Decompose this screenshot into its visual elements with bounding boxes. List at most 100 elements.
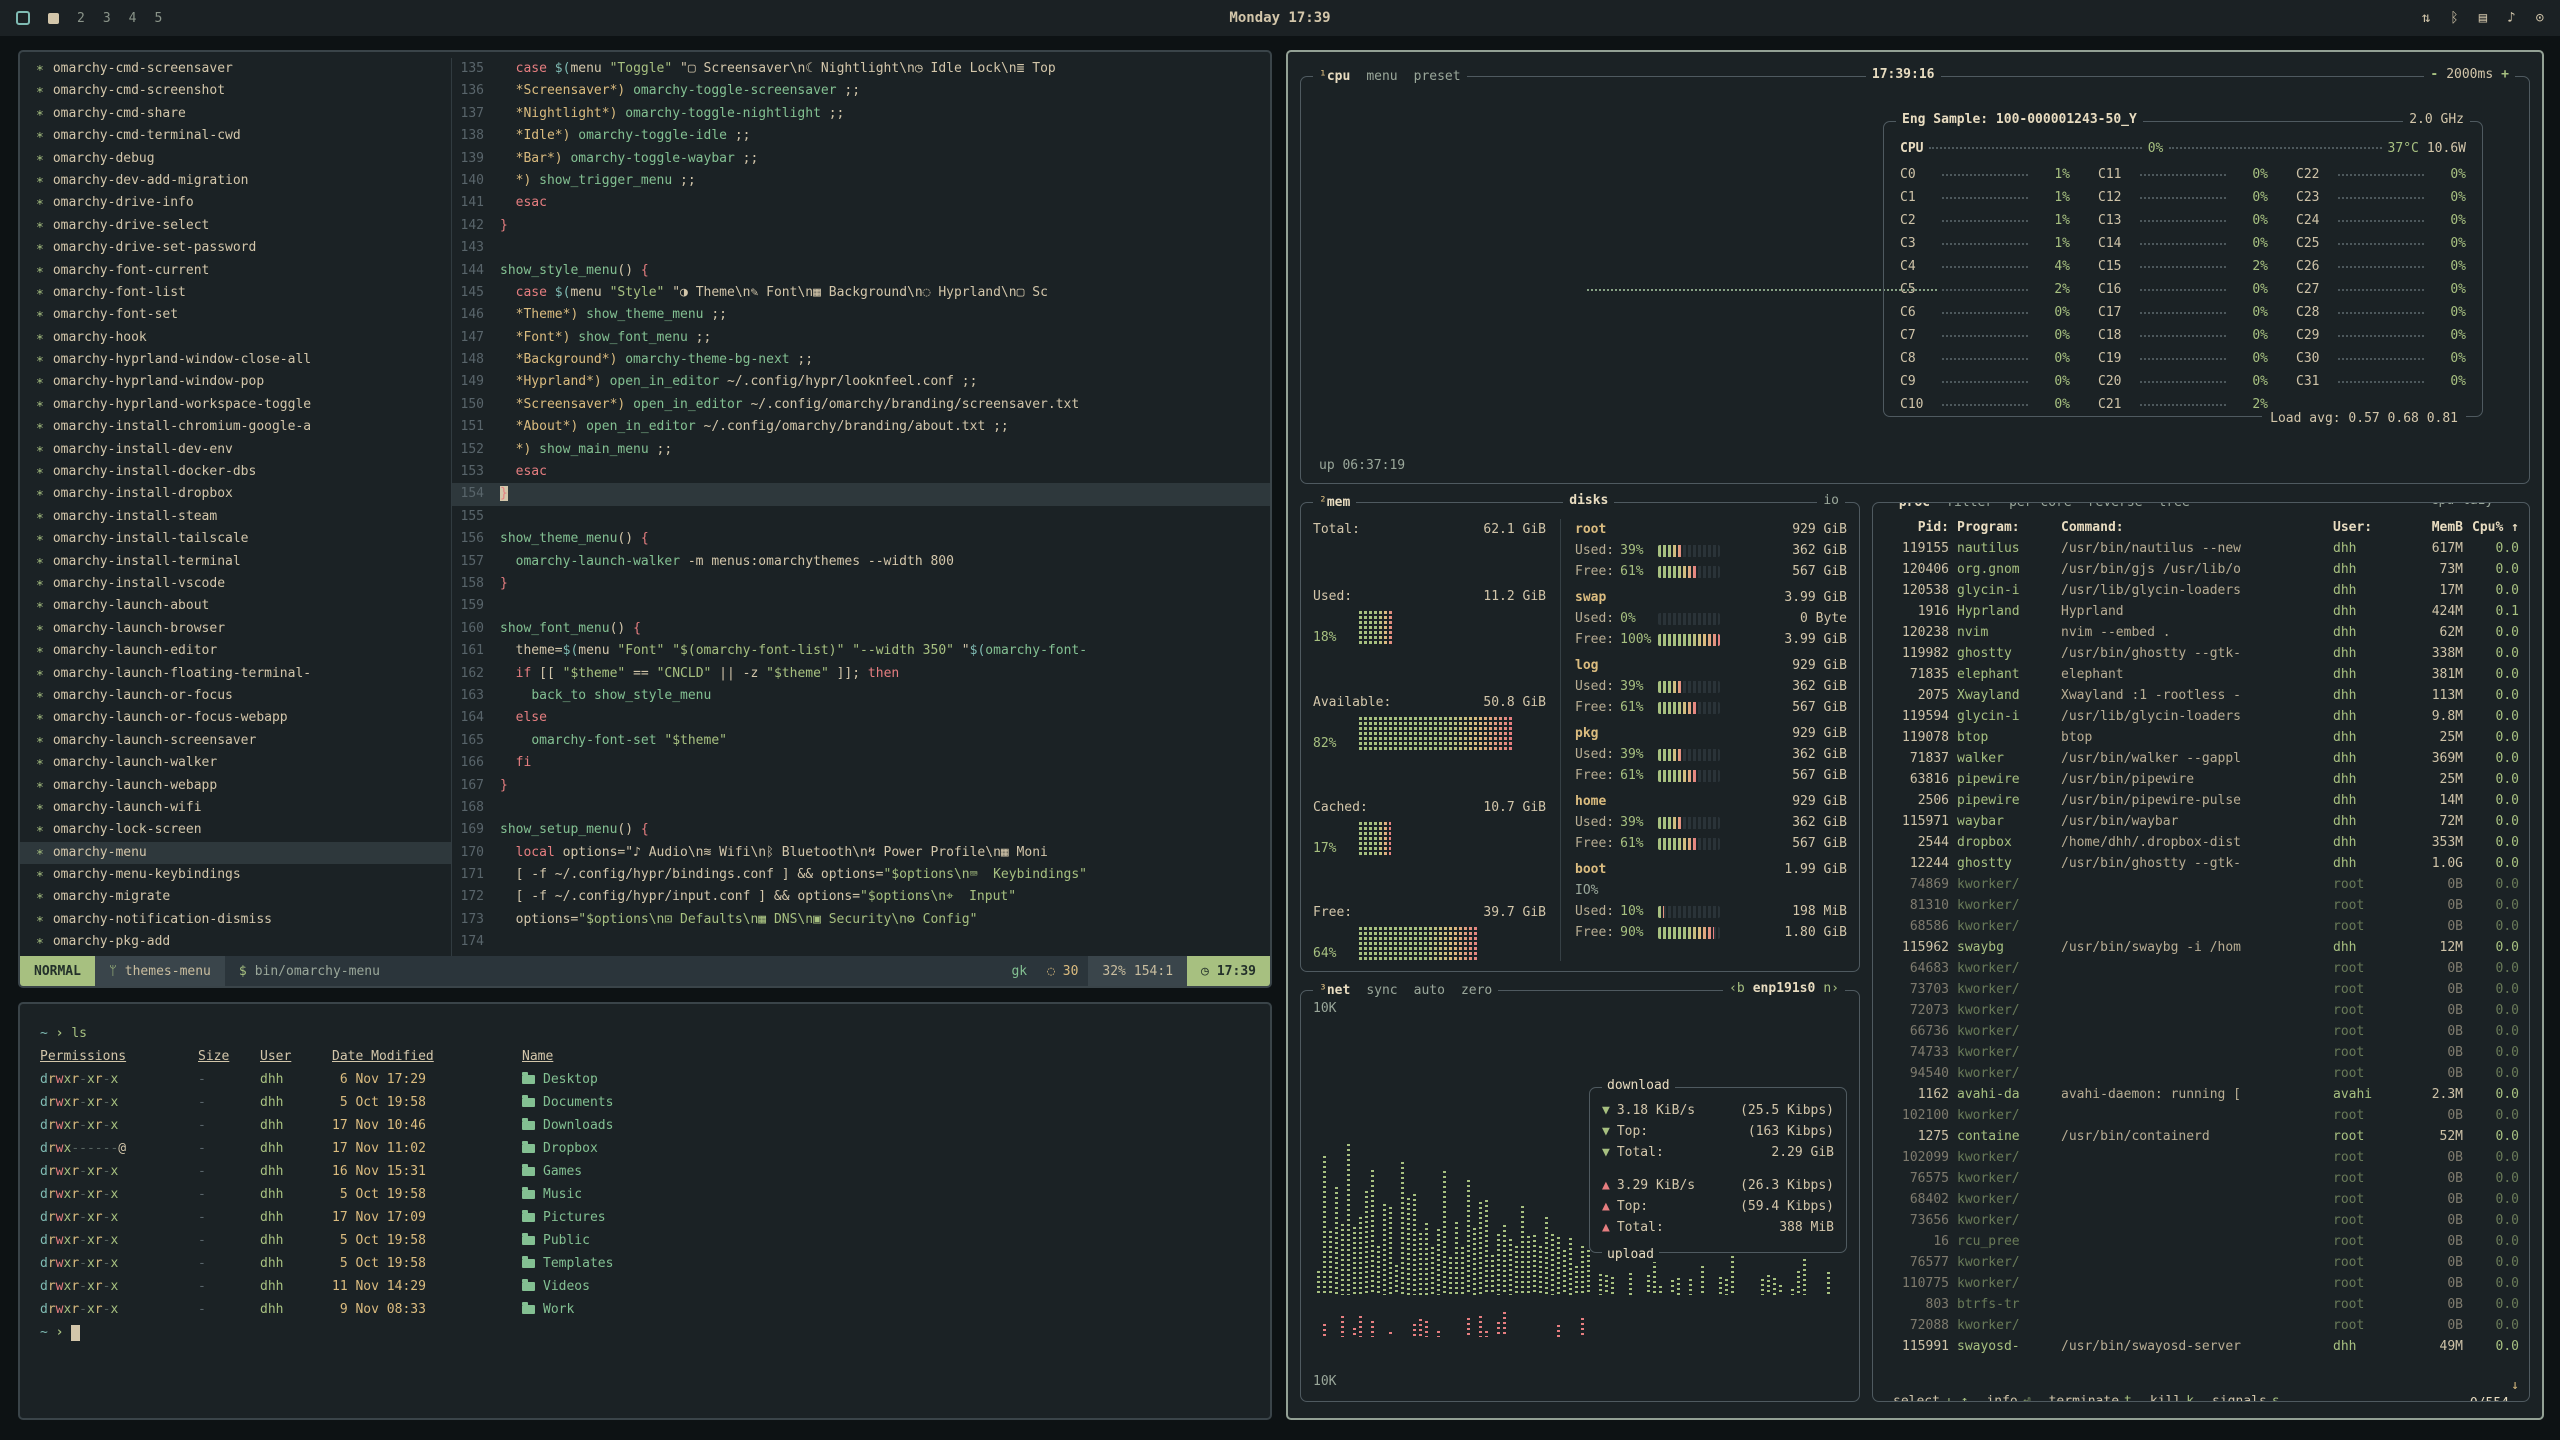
code-editor[interactable]: 135 case $(menu "Toggle" "▢ Screensaver\… [452,58,1270,956]
file-list-item[interactable]: omarchy-dev-add-migration [20,170,451,192]
process-row[interactable]: 803 btrfs-tr root 0B 0.0 [1873,1294,2529,1315]
footer-action-button[interactable]: select↓ ↑ [1893,1394,1968,1402]
file-list-item[interactable]: omarchy-cmd-terminal-cwd [20,125,451,147]
code-line[interactable]: 159 [452,595,1270,617]
process-row[interactable]: 12244 ghostty /usr/bin/ghostty --gtk- dh… [1873,853,2529,874]
process-row[interactable]: 119982 ghostty /usr/bin/ghostty --gtk- d… [1873,643,2529,664]
process-row[interactable]: 74733 kworker/ root 0B 0.0 [1873,1042,2529,1063]
file-list-item[interactable]: omarchy-launch-webapp [20,775,451,797]
scroll-down-icon[interactable]: ↓ [2511,1378,2519,1393]
code-line[interactable]: 155 [452,506,1270,528]
code-line[interactable]: 151 *About*) open_in_editor ~/.config/om… [452,416,1270,438]
workspace-indicator-icon[interactable] [48,13,59,24]
process-row[interactable]: 102100 kworker/ root 0B 0.0 [1873,1105,2529,1126]
file-list-item[interactable]: omarchy-font-set [20,304,451,326]
code-line[interactable]: 163 back_to show_style_menu [452,685,1270,707]
process-row[interactable]: 115971 waybar /usr/bin/waybar dhh 72M 0.… [1873,811,2529,832]
code-line[interactable]: 143 [452,237,1270,259]
process-row[interactable]: 119155 nautilus /usr/bin/nautilus --new … [1873,538,2529,559]
net-sync-button[interactable]: sync [1366,983,1397,998]
process-row[interactable]: 68586 kworker/ root 0B 0.0 [1873,916,2529,937]
file-list-item[interactable]: omarchy-install-steam [20,506,451,528]
process-row[interactable]: 1275 containe /usr/bin/containerd root 5… [1873,1126,2529,1147]
footer-action-button[interactable]: terminatet [2049,1394,2132,1402]
process-row[interactable]: 63816 pipewire /usr/bin/pipewire dhh 25M… [1873,769,2529,790]
file-list-item[interactable]: omarchy-install-docker-dbs [20,461,451,483]
process-row[interactable]: 115962 swaybg /usr/bin/swaybg -i /hom dh… [1873,937,2529,958]
per-core-button[interactable]: per-core [2009,502,2072,510]
process-row[interactable]: 66736 kworker/ root 0B 0.0 [1873,1021,2529,1042]
code-line[interactable]: 169show_setup_menu() { [452,819,1270,841]
process-row[interactable]: 110775 kworker/ root 0B 0.0 [1873,1273,2529,1294]
code-line[interactable]: 135 case $(menu "Toggle" "▢ Screensaver\… [452,58,1270,80]
prompt-line[interactable]: ~ › [40,1321,1250,1344]
interval-increase-button[interactable]: + [2501,67,2509,82]
process-row[interactable]: 120538 glycin-i /usr/lib/glycin-loaders … [1873,580,2529,601]
code-line[interactable]: 160show_font_menu() { [452,618,1270,640]
file-list-item[interactable]: omarchy-launch-about [20,595,451,617]
code-line[interactable]: 173 options="$options\n⊡ Defaults\n▦ DNS… [452,909,1270,931]
process-row[interactable]: 68402 kworker/ root 0B 0.0 [1873,1189,2529,1210]
sort-direction-icon[interactable]: ↑ [2511,520,2519,535]
process-row[interactable]: 1916 Hyprland Hyprland dhh 424M 0.1 [1873,601,2529,622]
code-line[interactable]: 174 [452,931,1270,953]
bluetooth-icon[interactable]: ᛒ [2450,10,2458,26]
file-list-item[interactable]: omarchy-launch-wifi [20,797,451,819]
prev-interface-button[interactable]: ‹b [1729,981,1745,996]
process-row[interactable]: 81310 kworker/ root 0B 0.0 [1873,895,2529,916]
process-row[interactable]: 102099 kworker/ root 0B 0.0 [1873,1147,2529,1168]
file-list-item[interactable]: omarchy-launch-screensaver [20,730,451,752]
file-list-item[interactable]: omarchy-font-list [20,282,451,304]
file-list-item[interactable]: omarchy-install-chromium-google-a [20,416,451,438]
next-interface-button[interactable]: n› [1823,981,1839,996]
code-line[interactable]: 144show_style_menu() { [452,260,1270,282]
workspace-button[interactable]: 3 [103,11,111,26]
net-zero-button[interactable]: zero [1461,983,1492,998]
volume-icon[interactable]: ♪ [2507,10,2515,26]
process-row[interactable]: 73703 kworker/ root 0B 0.0 [1873,979,2529,1000]
code-line[interactable]: 142} [452,215,1270,237]
file-list-item[interactable]: omarchy-install-vscode [20,573,451,595]
workspace-button[interactable]: 4 [129,11,137,26]
process-row[interactable]: 72073 kworker/ root 0B 0.0 [1873,1000,2529,1021]
filter-button[interactable]: filter [1946,502,1993,510]
process-row[interactable]: 76577 kworker/ root 0B 0.0 [1873,1252,2529,1273]
code-line[interactable]: 161 theme=$(menu "Font" "$(omarchy-font-… [452,640,1270,662]
code-line[interactable]: 162 if [[ "$theme" == "CNCLD" || -z "$th… [452,663,1270,685]
code-line[interactable]: 150 *Screensaver*) open_in_editor ~/.con… [452,394,1270,416]
file-list-item[interactable]: omarchy-install-dev-env [20,439,451,461]
file-list-item[interactable]: omarchy-launch-floating-terminal- [20,663,451,685]
file-list-item[interactable]: omarchy-cmd-share [20,103,451,125]
process-row[interactable]: 74869 kworker/ root 0B 0.0 [1873,874,2529,895]
process-row[interactable]: 16 rcu_pree root 0B 0.0 [1873,1231,2529,1252]
power-icon[interactable]: ⊙ [2536,10,2544,26]
footer-action-button[interactable]: info⏎ [1986,1394,2030,1402]
file-list-item[interactable]: omarchy-launch-or-focus-webapp [20,707,451,729]
file-list-item[interactable]: omarchy-launch-editor [20,640,451,662]
code-line[interactable]: 139 *Bar*) omarchy-toggle-waybar ;; [452,148,1270,170]
code-line[interactable]: 168 [452,797,1270,819]
file-list-item[interactable]: omarchy-cmd-screensaver [20,58,451,80]
file-list-item[interactable]: omarchy-lock-screen [20,819,451,841]
file-list-item[interactable]: omarchy-install-dropbox [20,483,451,505]
code-line[interactable]: 152 *) show_main_menu ;; [452,439,1270,461]
code-line[interactable]: 137 *Nightlight*) omarchy-toggle-nightli… [452,103,1270,125]
footer-action-button[interactable]: signalss [2212,1394,2280,1402]
preset-button[interactable]: preset [1414,69,1461,84]
code-line[interactable]: 154} [452,483,1270,505]
file-list-item[interactable]: omarchy-menu [20,842,451,864]
code-line[interactable]: 148 *Background*) omarchy-theme-bg-next … [452,349,1270,371]
menu-button[interactable]: menu [1366,69,1397,84]
code-line[interactable]: 158} [452,573,1270,595]
code-line[interactable]: 138 *Idle*) omarchy-toggle-idle ;; [452,125,1270,147]
file-list-item[interactable]: omarchy-debug [20,148,451,170]
code-line[interactable]: 149 *Hyprland*) open_in_editor ~/.config… [452,371,1270,393]
file-list-item[interactable]: omarchy-cmd-screenshot [20,80,451,102]
process-row[interactable]: 72088 kworker/ root 0B 0.0 [1873,1315,2529,1336]
code-line[interactable]: 153 esac [452,461,1270,483]
code-line[interactable]: 136 *Screensaver*) omarchy-toggle-screen… [452,80,1270,102]
process-row[interactable]: 64683 kworker/ root 0B 0.0 [1873,958,2529,979]
file-list-item[interactable]: omarchy-pkg-add [20,931,451,953]
keyboard-icon[interactable]: ▤ [2479,10,2487,26]
terminal-window[interactable]: ~ › ls PermissionsSizeUserDate ModifiedN… [18,1002,1272,1420]
